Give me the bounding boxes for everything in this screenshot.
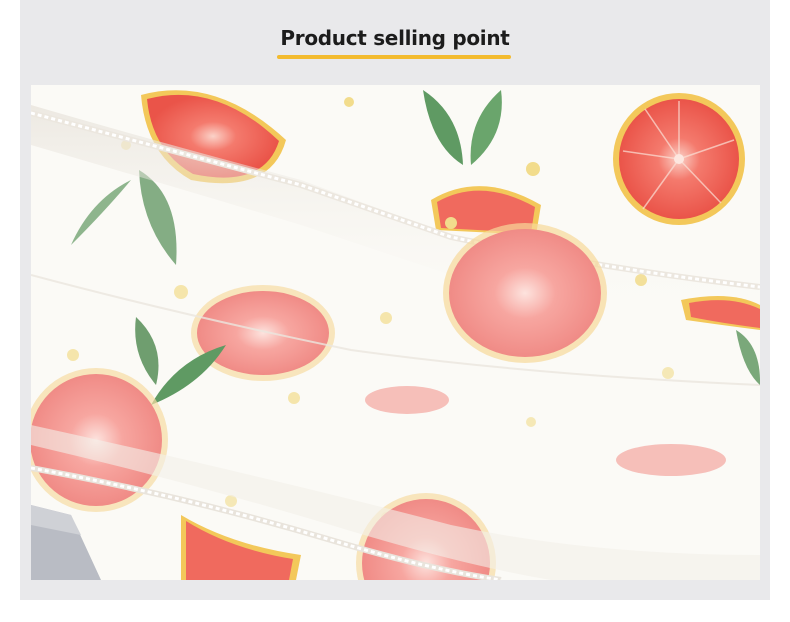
grapefruit-middle-center	[443, 223, 607, 363]
grapefruit-middle-left	[191, 285, 335, 381]
product-photo	[31, 85, 760, 580]
heading: Product selling point	[0, 26, 790, 53]
page-title: Product selling point	[280, 26, 510, 50]
fabric-print-illustration	[31, 85, 760, 580]
grapefruit-top-right	[613, 93, 745, 225]
title-underline	[277, 55, 511, 59]
